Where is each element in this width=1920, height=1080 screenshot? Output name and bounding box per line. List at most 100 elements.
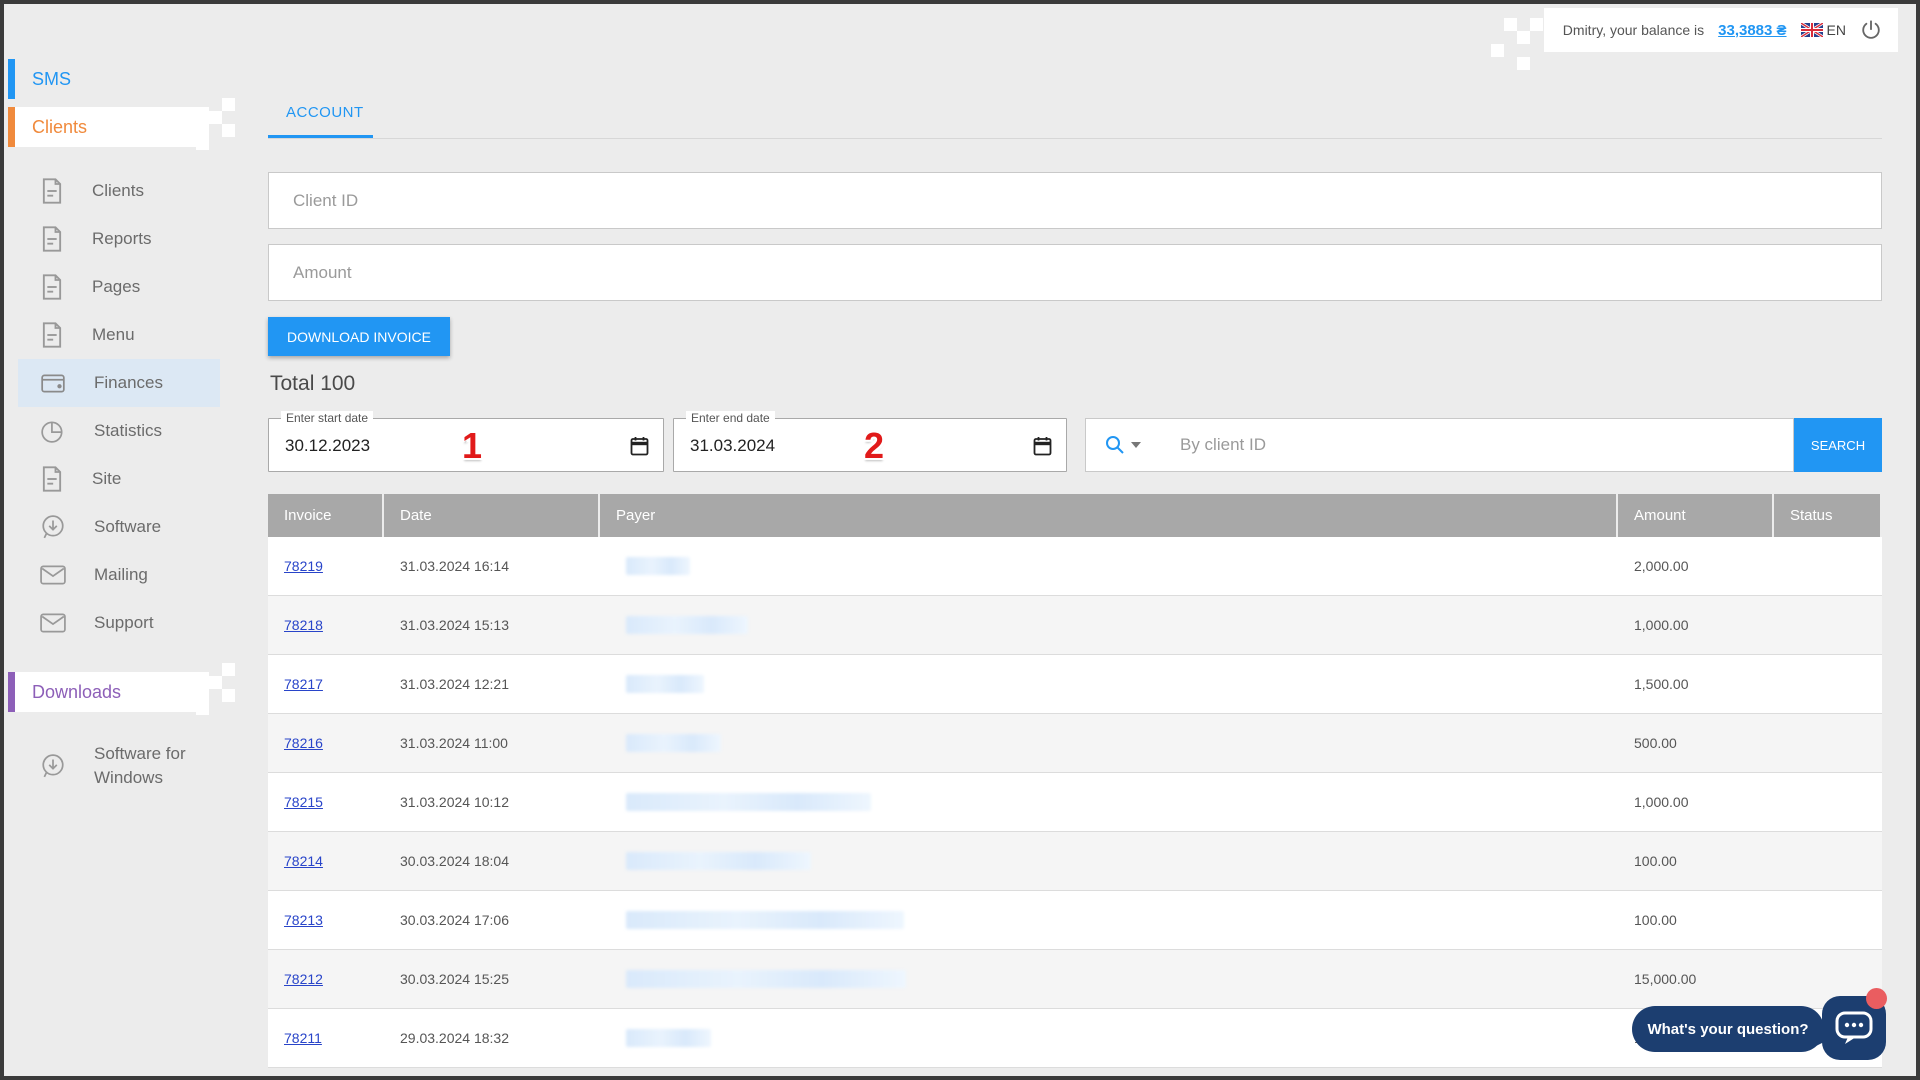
sidebar-item-label: Software	[94, 517, 161, 537]
annotation-marker-2: 2	[864, 425, 884, 467]
checker-decoration	[209, 111, 222, 124]
sidebar-item-clients[interactable]: Clients	[18, 167, 220, 215]
search-button[interactable]: SEARCH	[1794, 418, 1882, 472]
table-row: 78218 31.03.2024 15:13 1,000.00	[268, 596, 1882, 655]
payer-redacted	[626, 734, 721, 752]
sidebar-item-reports[interactable]: Reports	[18, 215, 220, 263]
sidebar-section-clients[interactable]: Clients	[8, 107, 209, 147]
sidebar-section-sms[interactable]: SMS	[8, 59, 244, 99]
invoice-link[interactable]: 78215	[284, 794, 323, 810]
sidebar-section-downloads[interactable]: Downloads	[8, 672, 209, 712]
balance-link[interactable]: 33,3883 ₴	[1718, 22, 1786, 39]
invoice-amount: 1,000.00	[1618, 617, 1774, 633]
checker-decoration	[222, 124, 235, 137]
table-row: 78213 30.03.2024 17:06 100.00	[268, 891, 1882, 950]
download-invoice-button[interactable]: DOWNLOAD INVOICE	[268, 317, 450, 356]
invoice-link[interactable]: 78212	[284, 971, 323, 987]
invoice-amount: 500.00	[1618, 735, 1774, 751]
checker-decoration	[209, 676, 222, 689]
start-date-value[interactable]: 30.12.2023	[285, 436, 370, 456]
sidebar-item-label: Site	[92, 469, 121, 489]
invoice-amount: 15,000.00	[1618, 971, 1774, 987]
tab-account[interactable]: ACCOUNT	[286, 104, 364, 121]
sidebar-item-menu[interactable]: Menu	[18, 311, 220, 359]
sidebar-item-label: Reports	[92, 229, 152, 249]
document-icon	[40, 465, 64, 493]
document-icon	[40, 273, 64, 301]
checker-decoration	[222, 689, 235, 702]
sidebar-item-software-for-windows[interactable]: Software for Windows	[18, 734, 220, 798]
language-switcher[interactable]: EN	[1801, 22, 1846, 38]
sidebar-item-pages[interactable]: Pages	[18, 263, 220, 311]
invoice-amount: 2,000.00	[1618, 558, 1774, 574]
invoice-link[interactable]: 78218	[284, 617, 323, 633]
checker-decoration	[222, 98, 235, 111]
invoice-link[interactable]: 78214	[284, 853, 323, 869]
download-icon	[40, 753, 66, 779]
logout-button[interactable]	[1860, 19, 1882, 41]
sidebar-item-finances[interactable]: Finances	[18, 359, 220, 407]
notification-dot	[1866, 988, 1887, 1009]
invoice-link[interactable]: 78213	[284, 912, 323, 928]
invoice-link[interactable]: 78217	[284, 676, 323, 692]
sidebar-item-statistics[interactable]: Statistics	[18, 407, 220, 455]
client-id-input[interactable]	[268, 172, 1882, 229]
language-label: EN	[1827, 22, 1846, 38]
invoice-link[interactable]: 78211	[284, 1030, 322, 1046]
amount-input[interactable]	[268, 244, 1882, 301]
sidebar-item-site[interactable]: Site	[18, 455, 220, 503]
search-icon	[1105, 435, 1125, 455]
tab-divider	[268, 138, 1882, 139]
checker-decoration	[1504, 18, 1517, 31]
table-row: 78215 31.03.2024 10:12 1,000.00	[268, 773, 1882, 832]
chat-icon	[1834, 1009, 1874, 1047]
invoice-date: 31.03.2024 15:13	[384, 617, 600, 633]
section-accent-bar	[8, 672, 15, 712]
sidebar-item-software[interactable]: Software	[18, 503, 220, 551]
annotation-marker-1: 1	[462, 425, 482, 467]
invoice-date: 30.03.2024 17:06	[384, 912, 600, 928]
sidebar-item-support[interactable]: Support	[18, 599, 220, 647]
table-row: 78219 31.03.2024 16:14 2,000.00	[268, 537, 1882, 596]
calendar-icon[interactable]	[1033, 436, 1052, 461]
table-row: 78212 30.03.2024 15:25 15,000.00	[268, 950, 1882, 1009]
search-mode-dropdown[interactable]	[1085, 418, 1161, 472]
search-by-client-input[interactable]	[1160, 418, 1794, 472]
invoice-amount: 100.00	[1618, 853, 1774, 869]
chevron-down-icon	[1131, 442, 1141, 448]
checker-decoration	[196, 702, 209, 715]
calendar-icon[interactable]	[630, 436, 649, 461]
invoice-date: 29.03.2024 18:32	[384, 1030, 600, 1046]
sidebar-item-mailing[interactable]: Mailing	[18, 551, 220, 599]
invoice-date: 30.03.2024 15:25	[384, 971, 600, 987]
sidebar-item-label: Statistics	[94, 421, 162, 441]
invoice-link[interactable]: 78219	[284, 558, 323, 574]
table-row: 78216 31.03.2024 11:00 500.00	[268, 714, 1882, 773]
invoice-amount: 1,500.00	[1618, 676, 1774, 692]
app-window: Dmitry, your balance is 33,3883 ₴ EN SMS…	[0, 0, 1920, 1080]
column-header-date: Date	[384, 494, 600, 537]
table-header: Invoice Date Payer Amount Status	[268, 494, 1882, 537]
document-icon	[40, 321, 64, 349]
payer-redacted	[626, 1029, 711, 1047]
checker-decoration	[196, 137, 209, 150]
column-header-amount: Amount	[1618, 494, 1774, 537]
invoice-link[interactable]: 78216	[284, 735, 323, 751]
uk-flag-icon	[1801, 23, 1823, 37]
end-date-value[interactable]: 31.03.2024	[690, 436, 775, 456]
invoice-date: 31.03.2024 12:21	[384, 676, 600, 692]
sidebar-item-label: Clients	[92, 181, 144, 201]
envelope-icon	[40, 565, 66, 585]
end-date-field[interactable]: Enter end date 31.03.2024 2	[673, 418, 1067, 472]
payer-redacted	[626, 557, 690, 575]
power-icon	[1860, 19, 1882, 41]
column-header-invoice: Invoice	[268, 494, 384, 537]
start-date-field[interactable]: Enter start date 30.12.2023 1	[268, 418, 664, 472]
payer-redacted	[626, 793, 871, 811]
payer-redacted	[626, 852, 811, 870]
chat-prompt-bubble[interactable]: What's your question?	[1632, 1006, 1824, 1052]
sidebar-section-label: SMS	[32, 69, 71, 90]
balance-prefix: Dmitry, your balance is	[1563, 22, 1704, 38]
checker-decoration	[1491, 44, 1504, 57]
payer-redacted	[626, 616, 748, 634]
